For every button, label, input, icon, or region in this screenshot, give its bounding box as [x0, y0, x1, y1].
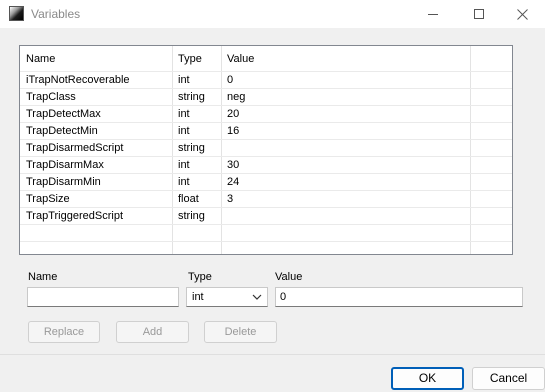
table-row[interactable]: TrapTriggeredScript string	[20, 208, 512, 225]
cell-name: TrapDisarmMax	[26, 159, 104, 171]
column-header-value[interactable]: Value	[221, 46, 470, 72]
cell-name: TrapSize	[26, 193, 70, 205]
column-header-type[interactable]: Type	[172, 46, 221, 72]
type-label: Type	[188, 271, 212, 283]
maximize-icon	[474, 9, 484, 19]
cell-value	[221, 140, 470, 157]
table-row[interactable]: TrapDetectMax int 20	[20, 106, 512, 123]
add-button[interactable]: Add	[116, 321, 189, 343]
cell-name: TrapDetectMin	[26, 125, 98, 137]
delete-button[interactable]: Delete	[204, 321, 277, 343]
cancel-button[interactable]: Cancel	[472, 367, 545, 390]
name-label: Name	[28, 271, 58, 283]
close-button[interactable]	[500, 0, 545, 28]
table-row[interactable]: TrapDisarmMax int 30	[20, 157, 512, 174]
type-select[interactable]: int	[186, 287, 268, 307]
empty-row[interactable]	[20, 242, 512, 254]
replace-button[interactable]: Replace	[28, 321, 100, 343]
cell-type: int	[178, 176, 190, 188]
cell-name: TrapTriggeredScript	[26, 210, 123, 222]
cell-name: TrapClass	[26, 91, 76, 103]
cell-name: TrapDisarmMin	[26, 176, 101, 188]
value-field[interactable]: 0	[275, 287, 523, 307]
cell-type: int	[178, 74, 190, 86]
cell-name: iTrapNotRecoverable	[26, 74, 130, 86]
cell-type: string	[178, 142, 205, 154]
close-icon	[517, 8, 528, 20]
column-header-name[interactable]: Name	[20, 46, 172, 72]
cell-type: string	[178, 210, 205, 222]
cell-value	[221, 208, 470, 225]
name-field[interactable]	[27, 287, 179, 307]
table-row[interactable]: TrapClass string neg	[20, 89, 512, 106]
cell-value: 16	[227, 125, 240, 137]
value-label: Value	[275, 271, 303, 283]
cell-value: 24	[227, 176, 240, 188]
title-bar: Variables	[0, 0, 545, 28]
table-row[interactable]: TrapDisarmedScript string	[20, 140, 512, 157]
cell-type: int	[178, 159, 190, 171]
minimize-icon	[428, 14, 438, 15]
cell-type: int	[178, 125, 190, 137]
table-row[interactable]: TrapDisarmMin int 24	[20, 174, 512, 191]
ok-button[interactable]: OK	[391, 367, 464, 390]
minimize-button[interactable]	[410, 0, 456, 28]
dialog-footer: OK Cancel	[0, 354, 545, 392]
chevron-down-icon	[252, 294, 262, 300]
cell-value: 0	[227, 74, 234, 86]
table-row[interactable]: iTrapNotRecoverable int 0	[20, 72, 512, 89]
cell-type: float	[178, 193, 199, 205]
window-title: Variables	[31, 7, 81, 21]
cell-name: TrapDisarmedScript	[26, 142, 124, 154]
table-row[interactable]: TrapSize float 3	[20, 191, 512, 208]
app-icon	[9, 6, 24, 21]
cell-type: int	[178, 108, 190, 120]
variables-grid[interactable]: Name Type Value iTrapNotRecoverable int 0 T…	[19, 45, 513, 255]
empty-row[interactable]	[20, 225, 512, 242]
cell-value: 20	[227, 108, 240, 120]
table-row[interactable]: TrapDetectMin int 16	[20, 123, 512, 140]
cell-type: string	[178, 91, 205, 103]
cell-value: neg	[227, 91, 246, 103]
cell-name: TrapDetectMax	[26, 108, 101, 120]
cell-value: 30	[227, 159, 240, 171]
type-select-value: int	[192, 291, 204, 303]
maximize-button[interactable]	[456, 0, 502, 28]
cell-value: 3	[227, 193, 234, 205]
